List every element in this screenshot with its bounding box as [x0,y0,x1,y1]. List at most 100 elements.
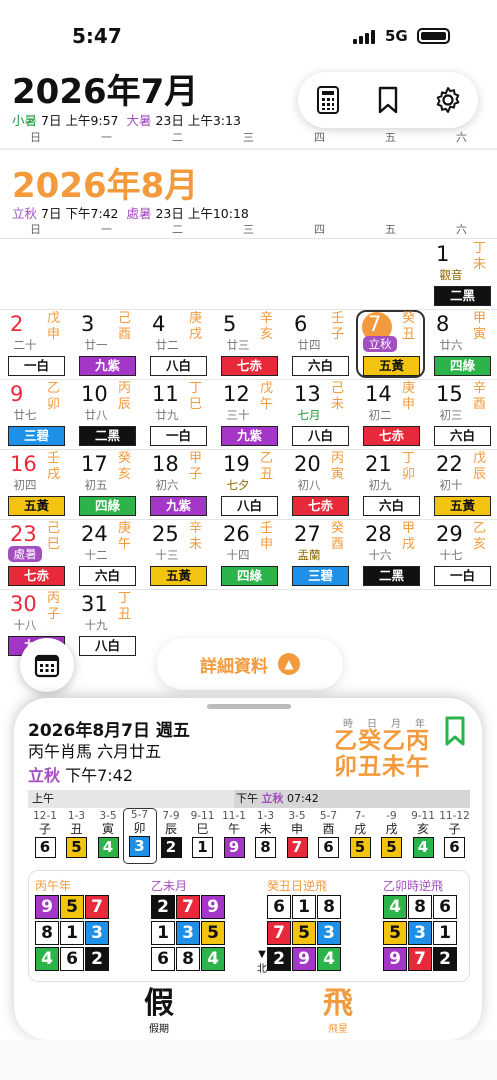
lunar-date: 十四 [226,548,250,562]
pm-label: 下午 [236,792,258,805]
weekday: 四 [314,131,325,144]
weekday: 六 [456,223,467,236]
flying-star-badge: 一白 [150,426,207,446]
star-grid: 癸丑日逆飛 6 1 8 7 5 3 2 9 4 [267,877,363,973]
day-cell[interactable]: 21 初九 丁卯 六白 [355,450,426,520]
hour-slot[interactable]: 12-1 子 6 [28,810,62,858]
grid-cell: 5 [201,921,225,945]
tab-glyph: 假 [144,986,174,1021]
ganzhi-label: 丁卯 [402,451,416,482]
day-cell[interactable]: 25 十三 辛未 五黃 [142,520,213,590]
calculator-button[interactable] [312,84,344,116]
day-cell[interactable]: 12 三十 戊午 九紫 [213,380,284,450]
hour-branch: 辰 [164,822,177,836]
tab-holidays[interactable]: 假 假期 [119,986,199,1036]
hour-branch: 酉 [322,822,335,836]
term-day: 23日 [155,113,184,128]
day-cell[interactable]: 9 廿七 乙卯 三碧 [0,380,71,450]
ganzhi-label: 甲戌 [402,521,416,552]
hour-star: 1 [192,837,213,858]
day-number: 3 [81,312,95,336]
day-cell[interactable]: 26 十四 壬申 四綠 [213,520,284,590]
hour-slot[interactable]: 11-1 午 9 [217,810,251,858]
hour-slot[interactable]: 5-7 卯 3 [122,808,157,864]
day-number: 19 [223,452,250,476]
hour-slot[interactable]: 5-7 酉 6 [312,810,346,858]
toolbar [298,72,478,128]
grid-cell: 7 [85,895,109,919]
ganzhi-label: 乙丑 [260,451,274,482]
grid-cell: 8 [408,895,432,919]
day-cell[interactable]: 29 十七 乙亥 一白 [426,520,497,590]
day-number: 23 [10,522,37,546]
hour-slot[interactable]: 3-5 寅 4 [91,810,125,858]
grid-cell: 6 [267,895,291,919]
settings-button[interactable] [432,84,464,116]
term-time: 上午3:13 [187,113,241,128]
day-cell[interactable]: 2 二十 戊申 一白 [0,310,71,380]
day-number: 9 [10,382,24,406]
day-number: 17 [81,452,108,476]
tab-bar: 假 假期 飛 飛星 [14,988,482,1040]
weekday: 五 [385,131,396,144]
ganzhi-label: 丁巳 [189,381,203,412]
hour-slot[interactable]: 1-3 丑 5 [60,810,94,858]
day-cell[interactable]: 18 初六 甲子 九紫 [142,450,213,520]
hour-branch: 未 [259,822,272,836]
lunar-date: 十三 [155,548,179,562]
day-cell[interactable]: 23 處暑 己巳 七赤 [0,520,71,590]
hour-slot[interactable]: -9 戌 5 [375,810,409,858]
day-cell[interactable]: 19 七夕 乙丑 八白 [213,450,284,520]
day-cell[interactable]: 24 十二 庚午 六白 [71,520,142,590]
term-time: 上午10:18 [187,206,249,221]
day-cell[interactable]: 1 觀音 丁未 二黑 [426,240,497,310]
hour-slot[interactable]: 3-5 申 7 [280,810,314,858]
hour-star: 8 [255,837,276,858]
grid-row: 294 [267,947,363,973]
day-cell[interactable]: 8 廿六 甲寅 四綠 [426,310,497,380]
hour-range: 5-7 [130,809,149,821]
four-pillars: 乙癸乙丙 卯丑未午 [334,728,430,780]
day-cell[interactable]: 14 初二 庚申 七赤 [355,380,426,450]
hour-slot[interactable]: 7- 戌 5 [343,810,377,858]
ganzhi-label: 庚午 [118,521,132,552]
day-cell[interactable]: 5 廿三 辛亥 七赤 [213,310,284,380]
day-cell[interactable]: 10 廿八 丙辰 二黑 [71,380,142,450]
details-button[interactable]: 詳細資料 ▲ [157,638,343,690]
day-cell[interactable]: 3 廿一 己酉 九紫 [71,310,142,380]
term-name: 立秋 [12,206,38,221]
day-cell[interactable]: 13 七月 己未 八白 [284,380,355,450]
day-cell[interactable]: 7 立秋 癸丑 五黃 [355,310,426,380]
bookmark-button[interactable] [372,84,404,116]
grid-row: 531 [383,921,479,947]
day-cell[interactable]: 17 初五 癸亥 四綠 [71,450,142,520]
day-cell[interactable]: 11 廿九 丁巳 一白 [142,380,213,450]
day-cell[interactable]: 4 廿二 庚戌 八白 [142,310,213,380]
calculator-icon [317,86,339,114]
calendar-fab[interactable] [20,638,74,692]
day-cell[interactable]: 20 初八 丙寅 七赤 [284,450,355,520]
day-cell[interactable]: 6 廿四 壬子 六白 [284,310,355,380]
flying-star-badge: 八白 [292,426,349,446]
hour-range: 12-1 [33,810,57,822]
day-cell[interactable]: 16 初四 壬戌 五黃 [0,450,71,520]
day-cell[interactable]: 28 十六 甲戌 二黑 [355,520,426,590]
month-title-july: 2026年7月 [12,72,199,112]
hour-slot[interactable]: 1-3 未 8 [249,810,283,858]
day-cell[interactable]: 31 十九 丁丑 八白 [71,590,142,660]
day-cell[interactable]: 22 初十 戊辰 五黃 [426,450,497,520]
panel-bookmark-button[interactable] [444,716,466,750]
tab-flying-stars[interactable]: 飛 飛星 [298,988,378,1036]
ganzhi-label: 戊辰 [473,451,487,482]
day-cell[interactable]: 15 初三 辛酉 六白 [426,380,497,450]
hour-slot[interactable]: 9-11 巳 1 [186,810,220,858]
hour-slot[interactable]: 7-9 辰 2 [154,810,188,858]
flying-star-badge: 五黃 [150,566,207,586]
hour-slot[interactable]: 11-12 子 6 [438,810,472,858]
lunar-date: 廿三 [226,338,250,352]
drag-handle[interactable] [207,704,291,709]
lunar-date: 七夕 [226,478,250,492]
hour-slot[interactable]: 9-11 亥 4 [406,810,440,858]
day-cell[interactable]: 27 盂蘭 癸酉 三碧 [284,520,355,590]
flying-star-badge: 七赤 [8,566,65,586]
